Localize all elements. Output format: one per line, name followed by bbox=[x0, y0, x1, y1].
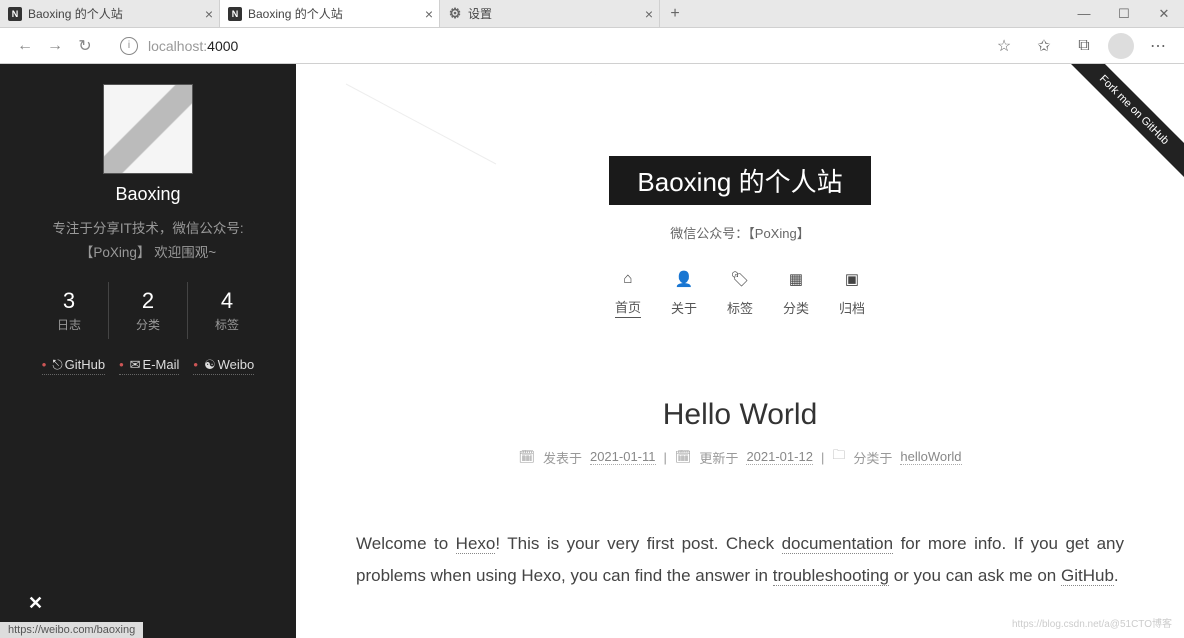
documentation-link[interactable]: documentation bbox=[782, 534, 894, 554]
github-icon: ⎋ bbox=[52, 357, 62, 373]
posted-date: 2021-01-11 bbox=[590, 449, 656, 465]
updated-date: 2021-01-12 bbox=[746, 449, 813, 465]
mail-icon: ✉ bbox=[130, 357, 141, 373]
nav-archive[interactable]: ▣归档 bbox=[839, 270, 865, 318]
stat-num: 2 bbox=[109, 288, 187, 314]
site-header: Baoxing 的个人站 微信公众号：【PoXing】 ⌂首页 👤关于 🏷标签 … bbox=[296, 64, 1184, 318]
site-subtitle: 微信公众号：【PoXing】 bbox=[296, 223, 1184, 242]
github-link[interactable]: GitHub bbox=[1061, 566, 1114, 586]
github-link[interactable]: ⎋GitHub bbox=[42, 357, 105, 375]
tab-1[interactable]: N Baoxing 的个人站 × bbox=[220, 0, 440, 27]
calendar-check-icon: 🗓 bbox=[675, 449, 692, 465]
nav-home[interactable]: ⌂首页 bbox=[615, 270, 641, 318]
troubleshooting-link[interactable]: troubleshooting bbox=[773, 566, 889, 586]
avatar[interactable] bbox=[103, 84, 193, 174]
calendar-icon: 🗓 bbox=[518, 449, 535, 465]
nav-tags[interactable]: 🏷标签 bbox=[727, 270, 753, 318]
close-icon[interactable]: × bbox=[425, 6, 433, 22]
favorite-icon[interactable]: ☆ bbox=[988, 30, 1020, 62]
stat-posts[interactable]: 3 日志 bbox=[30, 282, 109, 339]
archive-icon: ▣ bbox=[839, 270, 865, 288]
weibo-icon: ☯ bbox=[204, 357, 216, 373]
post: Hello World 🗓 发表于 2021-01-11 | 🗓 更新于 202… bbox=[296, 398, 1184, 593]
email-link[interactable]: ✉E-Mail bbox=[119, 357, 179, 375]
forward-button[interactable]: → bbox=[40, 31, 70, 61]
page-content: Baoxing 专注于分享IT技术，微信公众号:【PoXing】 欢迎围观~ 3… bbox=[0, 64, 1184, 638]
address-bar: ← → ↻ i localhost:4000 ☆ ✩ ⧉ ⋯ bbox=[0, 28, 1184, 64]
stat-num: 3 bbox=[30, 288, 108, 314]
post-title[interactable]: Hello World bbox=[356, 398, 1124, 432]
new-tab-button[interactable]: + bbox=[660, 0, 690, 27]
minimize-button[interactable]: — bbox=[1064, 0, 1104, 28]
window-controls: — ☐ ✕ bbox=[1064, 0, 1184, 28]
social-links: ⎋GitHub ✉E-Mail ☯Weibo bbox=[10, 357, 286, 375]
tab-title: 设置 bbox=[468, 5, 492, 22]
user-icon: 👤 bbox=[671, 270, 697, 288]
tab-title: Baoxing 的个人站 bbox=[28, 5, 123, 22]
tab-0[interactable]: N Baoxing 的个人站 × bbox=[0, 0, 220, 27]
main-content: Fork me on GitHub Baoxing 的个人站 微信公众号：【Po… bbox=[296, 64, 1184, 638]
menu-icon[interactable]: ⋯ bbox=[1142, 30, 1174, 62]
url-port: 4000 bbox=[207, 38, 238, 54]
sidebar: Baoxing 专注于分享IT技术，微信公众号:【PoXing】 欢迎围观~ 3… bbox=[0, 64, 296, 638]
nav-about[interactable]: 👤关于 bbox=[671, 270, 697, 318]
site-title: Baoxing 的个人站 bbox=[609, 156, 870, 205]
stat-num: 4 bbox=[188, 288, 266, 314]
category-prefix: 分类于 bbox=[853, 448, 892, 467]
info-icon[interactable]: i bbox=[120, 37, 138, 55]
gear-icon: ⚙ bbox=[448, 7, 462, 21]
site-icon: N bbox=[8, 7, 22, 21]
maximize-button[interactable]: ☐ bbox=[1104, 0, 1144, 28]
collections-icon[interactable]: ⧉ bbox=[1068, 30, 1100, 62]
nav-menu: ⌂首页 👤关于 🏷标签 ▦分类 ▣归档 bbox=[296, 270, 1184, 318]
browser-tab-bar: N Baoxing 的个人站 × N Baoxing 的个人站 × ⚙ 设置 ×… bbox=[0, 0, 1184, 28]
close-icon[interactable]: × bbox=[645, 6, 653, 22]
author-description: 专注于分享IT技术，微信公众号:【PoXing】 欢迎围观~ bbox=[10, 217, 286, 266]
post-meta: 🗓 发表于 2021-01-11 | 🗓 更新于 2021-01-12 | 🗀 … bbox=[356, 446, 1124, 468]
stat-categories[interactable]: 2 分类 bbox=[109, 282, 188, 339]
tab-title: Baoxing 的个人站 bbox=[248, 5, 343, 22]
close-icon[interactable]: × bbox=[205, 6, 213, 22]
address-actions: ☆ ✩ ⧉ ⋯ bbox=[988, 30, 1174, 62]
tab-2[interactable]: ⚙ 设置 × bbox=[440, 0, 660, 27]
tab-strip: N Baoxing 的个人站 × N Baoxing 的个人站 × ⚙ 设置 ×… bbox=[0, 0, 1064, 27]
profile-icon[interactable] bbox=[1108, 33, 1134, 59]
stat-label: 标签 bbox=[188, 316, 266, 333]
stat-label: 分类 bbox=[109, 316, 187, 333]
watermark: https://blog.csdn.net/a@51CTO博客 bbox=[1012, 615, 1172, 630]
stat-tags[interactable]: 4 标签 bbox=[188, 282, 266, 339]
folder-icon: 🗀 bbox=[832, 446, 845, 468]
favorites-bar-icon[interactable]: ✩ bbox=[1028, 30, 1060, 62]
url-input[interactable]: i localhost:4000 bbox=[120, 37, 988, 55]
refresh-button[interactable]: ↻ bbox=[70, 31, 100, 61]
status-bar: https://weibo.com/baoxing bbox=[0, 622, 143, 638]
grid-icon: ▦ bbox=[783, 270, 809, 288]
weibo-link[interactable]: ☯Weibo bbox=[193, 357, 254, 375]
stats-row: 3 日志 2 分类 4 标签 bbox=[30, 282, 266, 339]
home-icon: ⌂ bbox=[615, 270, 641, 287]
nav-categories[interactable]: ▦分类 bbox=[783, 270, 809, 318]
updated-prefix: 更新于 bbox=[699, 448, 738, 467]
close-button[interactable]: ✕ bbox=[1144, 0, 1184, 28]
stat-label: 日志 bbox=[30, 316, 108, 333]
back-button[interactable]: ← bbox=[10, 31, 40, 61]
author-name: Baoxing bbox=[10, 184, 286, 205]
hexo-link[interactable]: Hexo bbox=[456, 534, 496, 554]
url-host: localhost: bbox=[148, 38, 207, 54]
post-body: Welcome to Hexo! This is your very first… bbox=[356, 528, 1124, 593]
posted-prefix: 发表于 bbox=[543, 448, 582, 467]
post-category[interactable]: helloWorld bbox=[900, 449, 961, 465]
sidebar-close-icon[interactable]: ✕ bbox=[28, 593, 43, 614]
tag-icon: 🏷 bbox=[727, 270, 753, 288]
site-icon: N bbox=[228, 7, 242, 21]
